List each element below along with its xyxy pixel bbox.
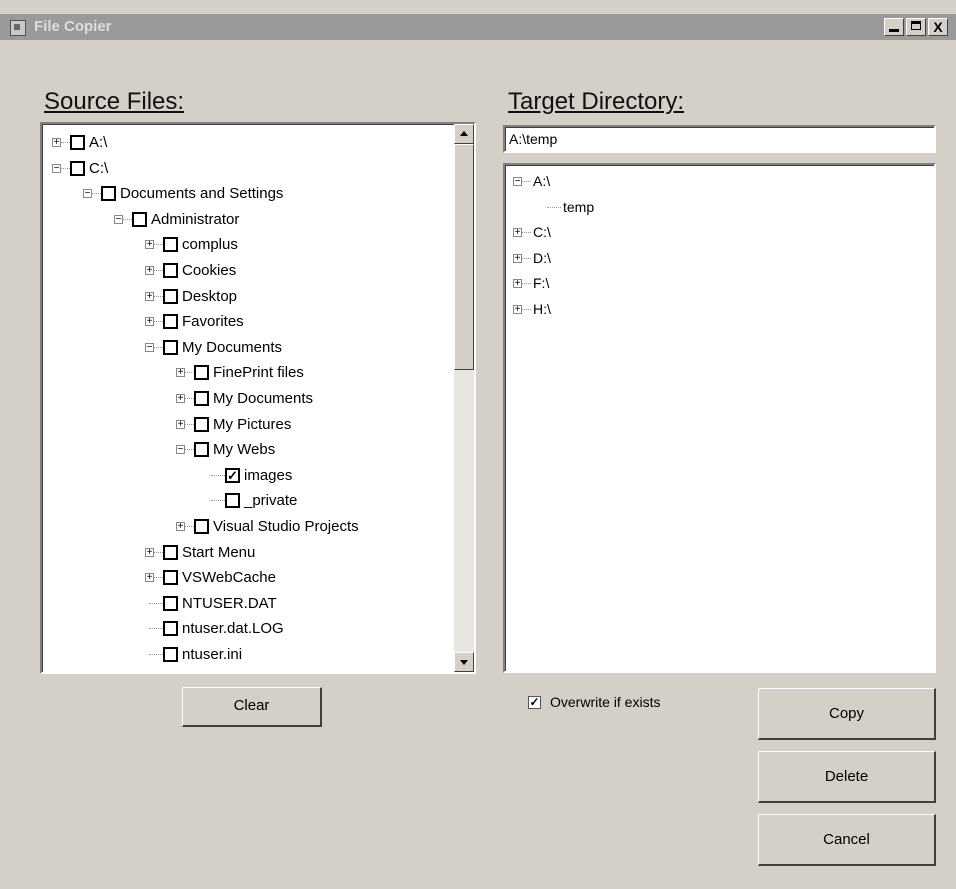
source-tree-scrollbar[interactable] bbox=[454, 124, 474, 672]
node-checkbox[interactable]: ✓ bbox=[225, 467, 240, 483]
close-button[interactable]: X bbox=[928, 18, 948, 36]
source-files-heading: Source Files: bbox=[44, 88, 185, 115]
tree-connector bbox=[211, 500, 225, 502]
expand-icon[interactable]: + bbox=[176, 394, 185, 404]
scroll-thumb[interactable] bbox=[454, 144, 474, 370]
maximize-button[interactable] bbox=[906, 18, 926, 36]
expand-icon[interactable]: + bbox=[145, 291, 154, 301]
node-checkbox[interactable] bbox=[163, 237, 178, 253]
overwrite-label: Overwrite if exists bbox=[550, 694, 661, 710]
tree-node-label[interactable]: ntuser.dat.LOG bbox=[182, 620, 284, 637]
expand-icon[interactable]: + bbox=[145, 266, 154, 276]
node-checkbox[interactable] bbox=[194, 416, 209, 432]
tree-node-label[interactable]: FinePrint files bbox=[213, 364, 304, 381]
collapse-icon[interactable]: − bbox=[513, 177, 522, 187]
node-checkbox[interactable] bbox=[163, 647, 178, 662]
tree-node-label[interactable]: VSWebCache bbox=[182, 569, 276, 586]
tree-node-label[interactable]: Administrator bbox=[151, 211, 239, 228]
clear-button[interactable]: Clear bbox=[182, 687, 322, 727]
node-checkbox[interactable] bbox=[163, 570, 178, 586]
node-checkbox[interactable] bbox=[163, 263, 178, 278]
target-node-label[interactable]: D:\ bbox=[533, 250, 551, 266]
target-node-label[interactable]: F:\ bbox=[533, 275, 549, 291]
expand-icon[interactable]: + bbox=[513, 228, 522, 238]
target-node-label[interactable]: temp bbox=[563, 199, 594, 215]
collapse-icon[interactable]: − bbox=[83, 189, 92, 199]
tree-node-label[interactable]: My Pictures bbox=[213, 416, 291, 433]
tree-connector bbox=[149, 602, 163, 604]
tree-node-label[interactable]: My Documents bbox=[182, 339, 282, 356]
title-bar[interactable]: File Copier X bbox=[0, 14, 956, 40]
node-checkbox[interactable] bbox=[163, 544, 178, 560]
node-checkbox[interactable] bbox=[163, 339, 178, 355]
delete-button[interactable]: Delete bbox=[758, 751, 936, 803]
tree-connector bbox=[149, 628, 163, 630]
tree-node-label[interactable]: _private bbox=[244, 492, 297, 509]
collapse-icon[interactable]: − bbox=[145, 342, 154, 352]
tree-node-label[interactable]: ntuser.ini bbox=[182, 646, 242, 663]
minimize-button[interactable] bbox=[884, 18, 904, 36]
target-tree[interactable]: − A:\ temp + C:\ + D:\ + F:\ + H:\ bbox=[503, 163, 936, 673]
tree-node-label[interactable]: Cookies bbox=[182, 262, 236, 279]
node-checkbox[interactable] bbox=[70, 135, 85, 150]
expand-icon[interactable]: + bbox=[176, 368, 185, 378]
checkbox-icon[interactable]: ✓ bbox=[528, 696, 541, 709]
tree-node-label[interactable]: images bbox=[244, 467, 292, 484]
close-icon: X bbox=[933, 19, 943, 35]
node-checkbox[interactable] bbox=[194, 442, 209, 458]
scroll-up-button[interactable] bbox=[454, 124, 474, 144]
tree-node-label[interactable]: Desktop bbox=[182, 288, 237, 305]
expand-icon[interactable]: + bbox=[52, 138, 61, 148]
source-tree[interactable]: + A:\ − C:\ − Documents and Settings − Administ… bbox=[40, 122, 476, 674]
node-checkbox[interactable] bbox=[194, 391, 209, 406]
tree-node-label[interactable]: Start Menu bbox=[182, 544, 255, 561]
node-checkbox[interactable] bbox=[70, 160, 85, 176]
maximize-icon bbox=[911, 21, 921, 30]
expand-icon[interactable]: + bbox=[513, 279, 522, 289]
expand-icon[interactable]: + bbox=[145, 547, 154, 557]
node-checkbox[interactable] bbox=[163, 595, 178, 611]
expand-icon[interactable]: + bbox=[145, 573, 154, 583]
tree-node-label[interactable]: A:\ bbox=[89, 134, 107, 151]
node-checkbox[interactable] bbox=[163, 621, 178, 637]
collapse-icon[interactable]: − bbox=[114, 214, 123, 224]
collapse-icon[interactable]: − bbox=[176, 445, 185, 455]
tree-connector bbox=[211, 474, 225, 476]
expand-icon[interactable]: + bbox=[176, 419, 185, 429]
target-path-input[interactable] bbox=[503, 125, 936, 153]
target-node-label[interactable]: H:\ bbox=[533, 301, 551, 317]
tree-node-label[interactable]: My Webs bbox=[213, 441, 275, 458]
tree-node-label[interactable]: My Documents bbox=[213, 390, 313, 407]
minimize-icon bbox=[889, 29, 899, 32]
app-icon[interactable] bbox=[10, 20, 26, 36]
tree-node-label[interactable]: Documents and Settings bbox=[120, 185, 283, 202]
target-directory-heading: Target Directory: bbox=[508, 88, 685, 115]
expand-icon[interactable]: + bbox=[513, 305, 522, 315]
tree-node-label[interactable]: Favorites bbox=[182, 313, 244, 330]
tree-node-label[interactable]: NTUSER.DAT bbox=[182, 595, 277, 612]
tree-node-label[interactable]: complus bbox=[182, 236, 238, 253]
tree-node-label[interactable]: Visual Studio Projects bbox=[213, 518, 359, 535]
node-checkbox[interactable] bbox=[163, 288, 178, 304]
node-checkbox[interactable] bbox=[194, 365, 209, 381]
expand-icon[interactable]: + bbox=[176, 522, 185, 532]
tree-node-label[interactable]: C:\ bbox=[89, 160, 108, 177]
expand-icon[interactable]: + bbox=[513, 253, 522, 263]
scroll-down-button[interactable] bbox=[454, 652, 474, 672]
collapse-icon[interactable]: − bbox=[52, 163, 61, 173]
tree-connector bbox=[547, 206, 561, 208]
expand-icon[interactable]: + bbox=[145, 317, 154, 327]
node-checkbox[interactable] bbox=[194, 519, 209, 534]
node-checkbox[interactable] bbox=[101, 186, 116, 202]
tree-connector bbox=[149, 654, 163, 655]
target-node-label[interactable]: C:\ bbox=[533, 224, 551, 240]
target-node-label[interactable]: A:\ bbox=[533, 173, 550, 189]
expand-icon[interactable]: + bbox=[145, 240, 154, 250]
node-checkbox[interactable] bbox=[132, 211, 147, 227]
copy-button[interactable]: Copy bbox=[758, 688, 936, 740]
node-checkbox[interactable] bbox=[225, 493, 240, 509]
node-checkbox[interactable] bbox=[163, 314, 178, 330]
window-title: File Copier bbox=[34, 18, 112, 35]
cancel-button[interactable]: Cancel bbox=[758, 814, 936, 866]
